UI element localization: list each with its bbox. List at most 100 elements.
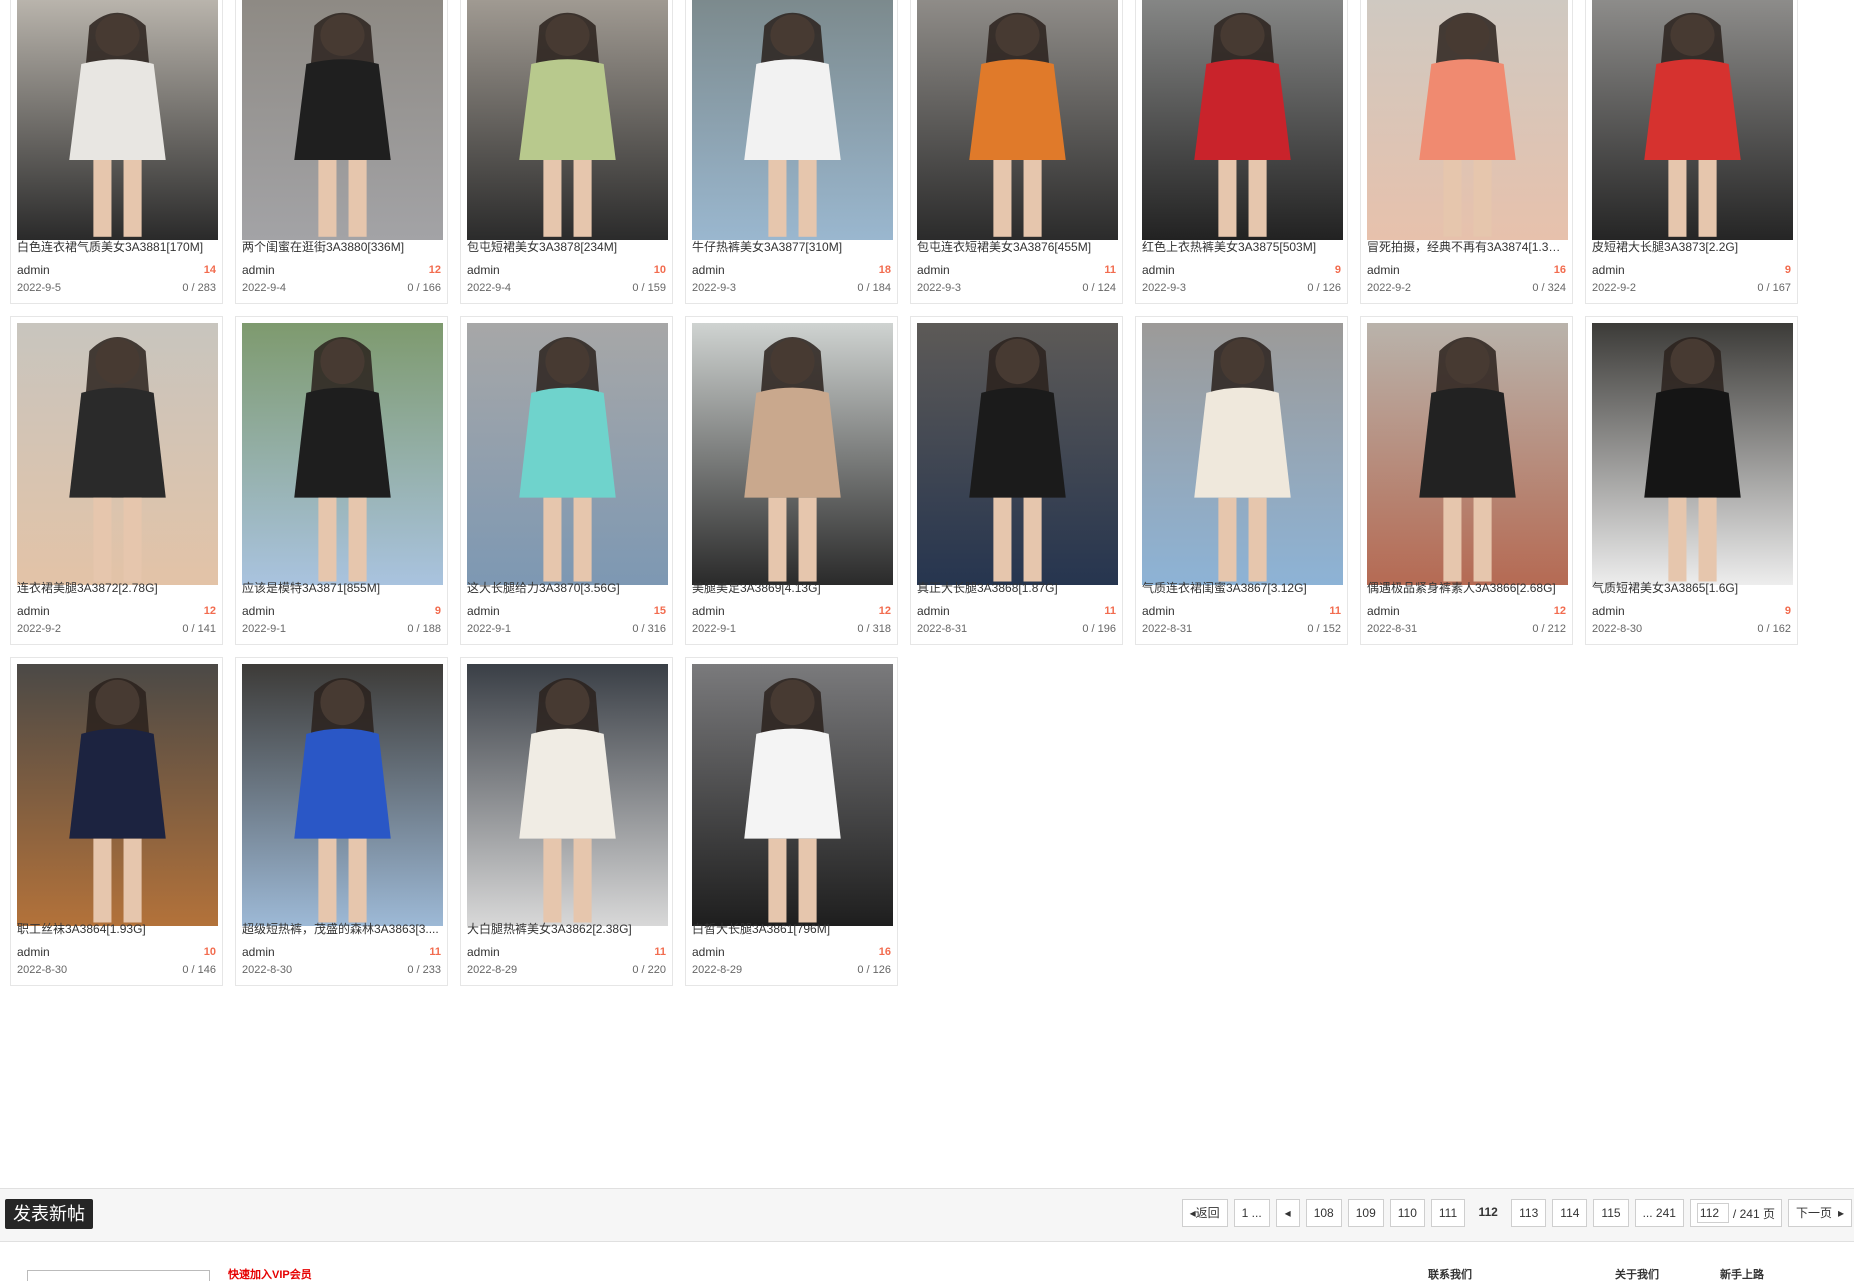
thread-card[interactable]: 牛仔热裤美女3A3877[310M] admin 18 2022-9-3 0 /…: [685, 0, 898, 304]
thread-card[interactable]: 真正大长腿3A3868[1.87G] admin 11 2022-8-31 0 …: [910, 316, 1123, 645]
thread-card[interactable]: 超级短热裤，茂盛的森林3A3863[3.... admin 11 2022-8-…: [235, 657, 448, 986]
thread-title[interactable]: 职工丝袜3A3864[1.93G]: [17, 921, 216, 937]
thread-title[interactable]: 大白腿热裤美女3A3862[2.38G]: [467, 921, 666, 937]
thread-card[interactable]: 连衣裙美腿3A3872[2.78G] admin 12 2022-9-2 0 /…: [10, 316, 223, 645]
thread-card[interactable]: 美腿美足3A3869[4.13G] admin 12 2022-9-1 0 / …: [685, 316, 898, 645]
page-link[interactable]: 110: [1389, 1199, 1425, 1227]
thread-title[interactable]: 美腿美足3A3869[4.13G]: [692, 580, 891, 596]
thread-thumbnail[interactable]: [692, 323, 893, 585]
thread-thumbnail[interactable]: [1142, 323, 1343, 585]
thread-card[interactable]: 包屯短裙美女3A3878[234M] admin 10 2022-9-4 0 /…: [460, 0, 673, 304]
thread-title[interactable]: 包屯连衣短裙美女3A3876[455M]: [917, 239, 1116, 255]
thread-author[interactable]: admin: [467, 943, 500, 961]
thread-title[interactable]: 气质连衣裙闺蜜3A3867[3.12G]: [1142, 580, 1341, 596]
thread-author[interactable]: admin: [242, 602, 275, 620]
thread-card[interactable]: 冒死拍摄，经典不再有3A3874[1.33G] admin 16 2022-9-…: [1360, 0, 1573, 304]
thread-author[interactable]: admin: [1592, 602, 1625, 620]
thread-card[interactable]: 红色上衣热裤美女3A3875[503M] admin 9 2022-9-3 0 …: [1135, 0, 1348, 304]
thread-thumbnail[interactable]: [1367, 0, 1568, 240]
thread-thumbnail[interactable]: [242, 0, 443, 240]
thread-thumbnail[interactable]: [467, 664, 668, 926]
thread-title[interactable]: 这大长腿给力3A3870[3.56G]: [467, 580, 666, 596]
thread-thumbnail[interactable]: [17, 323, 218, 585]
thread-thumbnail[interactable]: [1592, 323, 1793, 585]
thread-title[interactable]: 皮短裙大长腿3A3873[2.2G]: [1592, 239, 1791, 255]
thread-author[interactable]: admin: [917, 261, 950, 279]
thread-author[interactable]: admin: [1592, 261, 1625, 279]
thread-card[interactable]: 应该是模特3A3871[855M] admin 9 2022-9-1 0 / 1…: [235, 316, 448, 645]
thread-author[interactable]: admin: [17, 261, 50, 279]
thread-author[interactable]: admin: [692, 261, 725, 279]
thread-thumbnail[interactable]: [692, 664, 893, 926]
thread-author[interactable]: admin: [1142, 602, 1175, 620]
thread-title[interactable]: 包屯短裙美女3A3878[234M]: [467, 239, 666, 255]
thread-author[interactable]: admin: [467, 602, 500, 620]
thread-thumbnail[interactable]: [917, 0, 1118, 240]
footer-vip-link[interactable]: 快速加入VIP会员: [228, 1266, 312, 1282]
thread-title[interactable]: 真正大长腿3A3868[1.87G]: [917, 580, 1116, 596]
thread-thumbnail[interactable]: [1592, 0, 1793, 240]
thread-meta: 冒死拍摄，经典不再有3A3874[1.33G] admin 16 2022-9-…: [1367, 239, 1566, 297]
thread-author[interactable]: admin: [17, 943, 50, 961]
page-link[interactable]: 108: [1305, 1199, 1342, 1227]
thread-card[interactable]: 职工丝袜3A3864[1.93G] admin 10 2022-8-30 0 /…: [10, 657, 223, 986]
thread-title[interactable]: 应该是模特3A3871[855M]: [242, 580, 441, 596]
thread-thumbnail[interactable]: [917, 323, 1118, 585]
thread-title[interactable]: 超级短热裤，茂盛的森林3A3863[3....: [242, 921, 441, 937]
page-link[interactable]: 113: [1511, 1199, 1547, 1227]
thread-thumbnail[interactable]: [242, 664, 443, 926]
page-link[interactable]: 111: [1430, 1199, 1466, 1227]
thread-title[interactable]: 偶遇极品紧身裤素人3A3866[2.68G]: [1367, 580, 1566, 596]
thread-thumbnail[interactable]: [467, 323, 668, 585]
page-link[interactable]: 109: [1347, 1199, 1384, 1227]
thread-title[interactable]: 白皙大长腿3A3861[796M]: [692, 921, 891, 937]
thread-author[interactable]: admin: [1367, 261, 1400, 279]
back-button[interactable]: ◂返回: [1181, 1199, 1228, 1227]
new-post-button[interactable]: 发表新帖: [5, 1199, 93, 1229]
thread-card[interactable]: 白色连衣裙气质美女3A3881[170M] admin 14 2022-9-5 …: [10, 0, 223, 304]
thread-author[interactable]: admin: [1367, 602, 1400, 620]
thread-thumbnail[interactable]: [1367, 323, 1568, 585]
thread-title[interactable]: 冒死拍摄，经典不再有3A3874[1.33G]: [1367, 239, 1566, 255]
thread-thumbnail[interactable]: [17, 0, 218, 240]
footer-link-contact[interactable]: 联系我们: [1428, 1266, 1472, 1282]
thread-card[interactable]: 气质短裙美女3A3865[1.6G] admin 9 2022-8-30 0 /…: [1585, 316, 1798, 645]
thread-card[interactable]: 皮短裙大长腿3A3873[2.2G] admin 9 2022-9-2 0 / …: [1585, 0, 1798, 304]
next-page-button[interactable]: 下一页 ▸: [1787, 1199, 1852, 1227]
footer-link-about[interactable]: 关于我们: [1615, 1266, 1659, 1282]
thread-author[interactable]: admin: [467, 261, 500, 279]
thread-card[interactable]: 气质连衣裙闺蜜3A3867[3.12G] admin 11 2022-8-31 …: [1135, 316, 1348, 645]
thread-card[interactable]: 白皙大长腿3A3861[796M] admin 16 2022-8-29 0 /…: [685, 657, 898, 986]
page-last[interactable]: ... 241: [1634, 1199, 1684, 1227]
thread-author[interactable]: admin: [242, 943, 275, 961]
thread-thumbnail[interactable]: [467, 0, 668, 240]
thread-title[interactable]: 红色上衣热裤美女3A3875[503M]: [1142, 239, 1341, 255]
page-link[interactable]: 115: [1593, 1199, 1629, 1227]
thread-thumbnail[interactable]: [17, 664, 218, 926]
page-link[interactable]: 114: [1552, 1199, 1588, 1227]
footer-link-newbie[interactable]: 新手上路: [1720, 1266, 1764, 1282]
thread-card[interactable]: 大白腿热裤美女3A3862[2.38G] admin 11 2022-8-29 …: [460, 657, 673, 986]
thread-thumbnail[interactable]: [1142, 0, 1343, 240]
thread-author[interactable]: admin: [1142, 261, 1175, 279]
thread-author[interactable]: admin: [692, 943, 725, 961]
thread-author[interactable]: admin: [242, 261, 275, 279]
thread-card[interactable]: 这大长腿给力3A3870[3.56G] admin 15 2022-9-1 0 …: [460, 316, 673, 645]
thread-title[interactable]: 连衣裙美腿3A3872[2.78G]: [17, 580, 216, 596]
thread-date: 2022-9-2: [17, 623, 62, 635]
thread-thumbnail[interactable]: [242, 323, 443, 585]
thread-thumbnail[interactable]: [692, 0, 893, 240]
thread-author[interactable]: admin: [17, 602, 50, 620]
thread-title[interactable]: 白色连衣裙气质美女3A3881[170M]: [17, 239, 216, 255]
prev-page-button[interactable]: ◂: [1275, 1199, 1300, 1227]
thread-card[interactable]: 包屯连衣短裙美女3A3876[455M] admin 11 2022-9-3 0…: [910, 0, 1123, 304]
thread-title[interactable]: 气质短裙美女3A3865[1.6G]: [1592, 580, 1791, 596]
thread-author[interactable]: admin: [692, 602, 725, 620]
page-jump-input[interactable]: [1696, 1203, 1729, 1223]
thread-title[interactable]: 两个闺蜜在逛街3A3880[336M]: [242, 239, 441, 255]
thread-author[interactable]: admin: [917, 602, 950, 620]
thread-card[interactable]: 两个闺蜜在逛街3A3880[336M] admin 12 2022-9-4 0 …: [235, 0, 448, 304]
page-first[interactable]: 1 ...: [1233, 1199, 1270, 1227]
thread-card[interactable]: 偶遇极品紧身裤素人3A3866[2.68G] admin 12 2022-8-3…: [1360, 316, 1573, 645]
thread-title[interactable]: 牛仔热裤美女3A3877[310M]: [692, 239, 891, 255]
